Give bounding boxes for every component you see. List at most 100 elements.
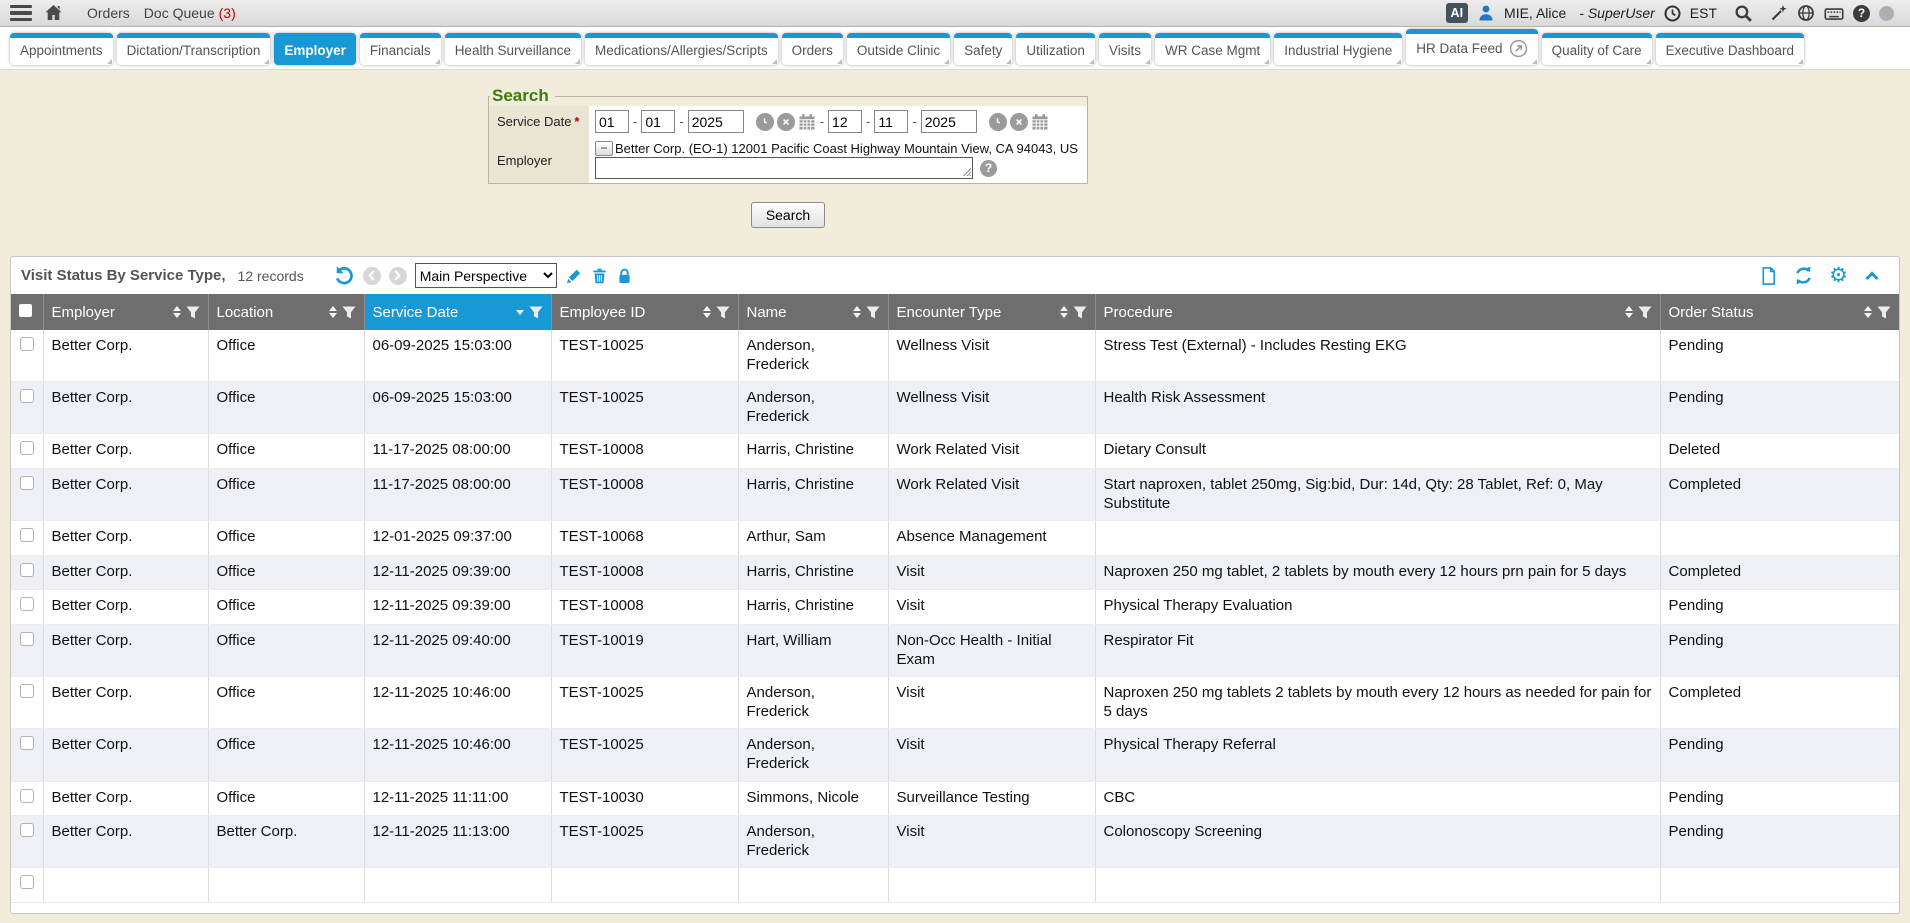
sort-icon[interactable] (1864, 306, 1872, 318)
sort-icon[interactable] (329, 306, 337, 318)
row-checkbox[interactable] (20, 632, 34, 646)
globe-phone-icon[interactable] (1797, 4, 1815, 22)
keyboard-icon[interactable] (1824, 5, 1844, 22)
column-header-location[interactable]: Location (208, 294, 364, 330)
table-row[interactable]: Better Corp. Better Corp. 12-11-2025 11:… (11, 816, 1899, 868)
from-time-clock-icon[interactable] (756, 113, 774, 131)
column-header-employee-id[interactable]: Employee ID (551, 294, 738, 330)
help-icon[interactable]: ? (1853, 5, 1870, 22)
table-row[interactable]: Better Corp. Office 06-09-2025 15:03:00 … (11, 382, 1899, 434)
module-tab[interactable]: Health Surveillance (445, 33, 581, 65)
employer-search-input[interactable] (595, 157, 973, 179)
module-tab[interactable]: Outside Clinic (847, 33, 950, 65)
module-tab[interactable]: Financials (360, 33, 441, 65)
gear-icon[interactable]: ⚙ (1829, 265, 1848, 286)
column-header-order-status[interactable]: Order Status (1660, 294, 1899, 330)
module-tab[interactable]: Quality of Care (1542, 33, 1652, 65)
to-year-input[interactable] (921, 110, 977, 133)
refresh-icon[interactable] (1793, 265, 1814, 286)
table-row[interactable]: Better Corp. Office 12-11-2025 09:40:00 … (11, 624, 1899, 676)
row-checkbox[interactable] (20, 389, 34, 403)
perspective-select[interactable]: Main Perspective (415, 263, 557, 288)
table-row[interactable]: Better Corp. Office 12-01-2025 09:37:00 … (11, 521, 1899, 556)
table-row[interactable]: Better Corp. Office 11-17-2025 08:00:00 … (11, 468, 1899, 520)
column-header-name[interactable]: Name (738, 294, 888, 330)
external-link-icon[interactable] (1509, 39, 1528, 58)
sort-icon[interactable] (703, 306, 711, 318)
row-checkbox[interactable] (20, 789, 34, 803)
trash-icon[interactable] (591, 267, 608, 285)
table-row[interactable]: Better Corp. Office 12-11-2025 09:39:00 … (11, 590, 1899, 625)
from-month-input[interactable] (595, 110, 629, 133)
column-header-service-date[interactable]: Service Date (364, 294, 551, 330)
timezone-label[interactable]: EST (1690, 5, 1717, 21)
row-checkbox[interactable] (20, 337, 34, 351)
table-row[interactable]: Better Corp. Office 12-11-2025 11:11:00 … (11, 781, 1899, 816)
filter-icon[interactable] (342, 306, 356, 319)
to-time-clock-icon[interactable] (989, 113, 1007, 131)
sort-icon[interactable] (173, 306, 181, 318)
sort-icon[interactable] (853, 306, 861, 318)
collapse-panel-icon[interactable] (1863, 268, 1881, 284)
status-indicator-icon[interactable] (1879, 6, 1894, 21)
lock-icon[interactable] (616, 267, 633, 285)
table-row[interactable]: Better Corp. Office 11-17-2025 08:00:00 … (11, 434, 1899, 469)
filter-icon[interactable] (716, 306, 730, 319)
employer-help-icon[interactable]: ? (980, 160, 997, 177)
module-tab[interactable]: HR Data Feed (1406, 29, 1537, 65)
from-day-input[interactable] (641, 110, 675, 133)
undo-icon[interactable] (334, 265, 355, 286)
to-date-clear-icon[interactable] (1010, 113, 1028, 131)
ai-assistant-button[interactable]: AI (1446, 3, 1469, 23)
row-checkbox[interactable] (20, 597, 34, 611)
module-tab[interactable]: Medications/Allergies/Scripts (585, 33, 778, 65)
to-month-input[interactable] (828, 110, 862, 133)
edit-pencil-icon[interactable] (565, 267, 583, 285)
magic-wand-icon[interactable] (1770, 4, 1788, 22)
module-tab[interactable]: WR Case Mgmt (1155, 33, 1270, 65)
from-calendar-icon[interactable] (798, 113, 816, 131)
table-row[interactable]: Better Corp. Office 12-11-2025 10:46:00 … (11, 677, 1899, 729)
module-tab[interactable]: Utilization (1016, 33, 1095, 65)
table-row[interactable]: Better Corp. Office 12-11-2025 09:39:00 … (11, 555, 1899, 590)
module-tab[interactable]: Dictation/Transcription (117, 33, 271, 65)
filter-icon[interactable] (186, 306, 200, 319)
row-checkbox[interactable] (20, 736, 34, 750)
column-header-employer[interactable]: Employer (43, 294, 208, 330)
filter-icon[interactable] (529, 306, 543, 319)
column-header-procedure[interactable]: Procedure (1095, 294, 1660, 330)
sort-icon[interactable] (1625, 306, 1633, 318)
table-row[interactable]: Better Corp. Office 12-11-2025 10:46:00 … (11, 729, 1899, 781)
home-icon[interactable] (44, 4, 63, 22)
employer-remove-button[interactable]: − (595, 141, 613, 156)
module-tab[interactable]: Safety (954, 33, 1012, 65)
module-tab[interactable]: Executive Dashboard (1656, 33, 1804, 65)
module-tab[interactable]: Appointments (10, 33, 113, 65)
module-tab[interactable]: Employer (274, 33, 356, 65)
row-checkbox[interactable] (20, 823, 34, 837)
search-button[interactable]: Search (751, 202, 825, 228)
new-document-icon[interactable] (1759, 266, 1778, 286)
filter-icon[interactable] (1877, 306, 1891, 319)
next-perspective-icon[interactable] (389, 267, 407, 285)
user-name[interactable]: MIE, Alice (1504, 5, 1566, 21)
row-checkbox[interactable] (20, 441, 34, 455)
table-row[interactable]: Better Corp. Office 06-09-2025 15:03:00 … (11, 330, 1899, 382)
to-day-input[interactable] (874, 110, 908, 133)
from-date-clear-icon[interactable] (777, 113, 795, 131)
column-header-encounter-type[interactable]: Encounter Type (888, 294, 1095, 330)
row-checkbox[interactable] (20, 528, 34, 542)
module-tab[interactable]: Industrial Hygiene (1274, 33, 1402, 65)
select-all-checkbox[interactable] (19, 304, 32, 317)
sort-icon[interactable] (1060, 306, 1068, 318)
filter-icon[interactable] (1638, 306, 1652, 319)
sort-descending-icon[interactable] (516, 310, 524, 315)
previous-perspective-icon[interactable] (363, 267, 381, 285)
row-checkbox[interactable] (20, 563, 34, 577)
module-tab[interactable]: Orders (782, 33, 843, 65)
search-icon[interactable] (1734, 4, 1753, 23)
breadcrumb-orders[interactable]: Orders (87, 5, 130, 21)
user-icon[interactable] (1477, 4, 1495, 22)
row-checkbox[interactable] (20, 875, 34, 889)
to-calendar-icon[interactable] (1031, 113, 1049, 131)
